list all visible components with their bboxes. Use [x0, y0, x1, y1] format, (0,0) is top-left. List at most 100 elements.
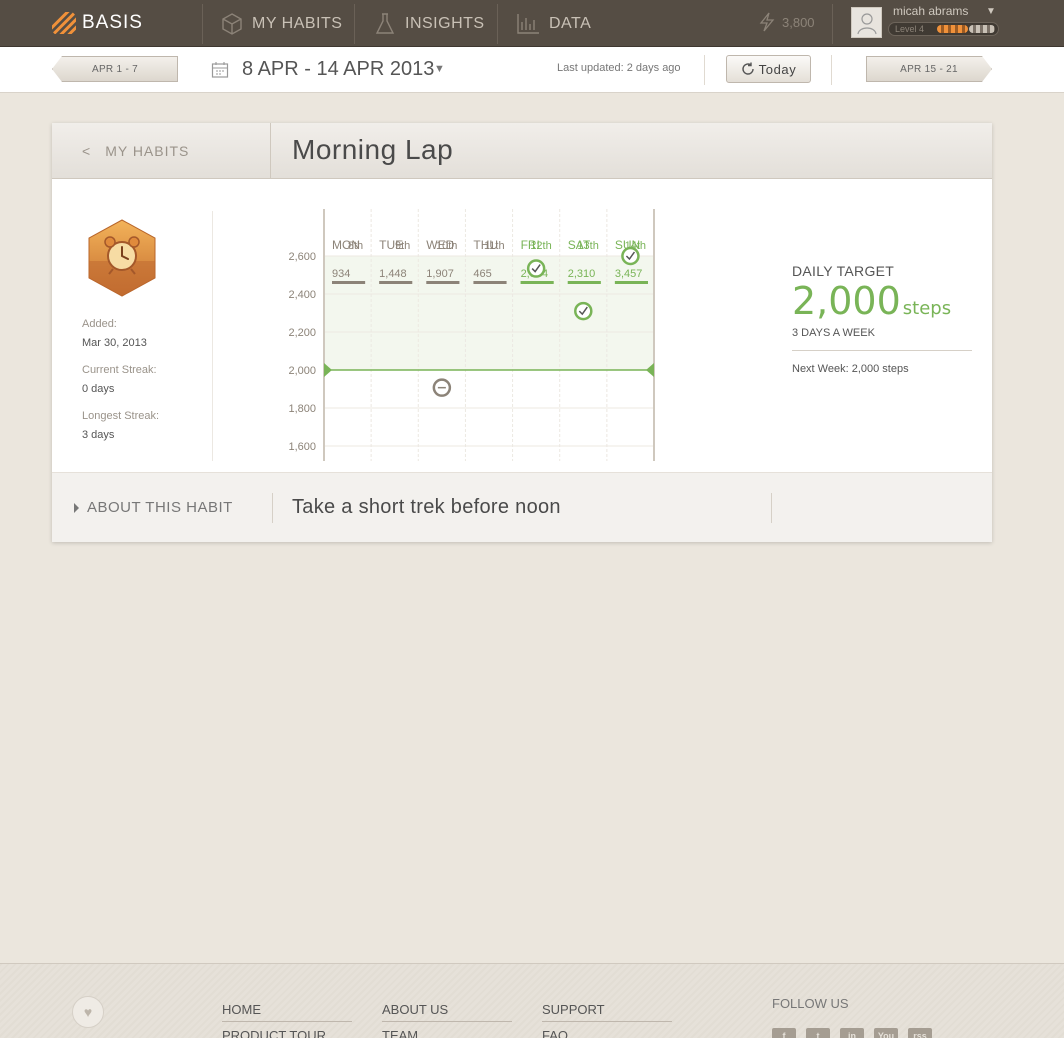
- chevron-down-icon[interactable]: ▼: [434, 63, 445, 75]
- current-streak-value: 0 days: [82, 383, 115, 395]
- nav-item-label: INSIGHTS: [405, 14, 485, 32]
- current-streak-label: Current Streak:: [82, 364, 157, 376]
- today-button[interactable]: Today: [726, 55, 811, 83]
- lightning-icon: [759, 12, 775, 32]
- youtube-icon[interactable]: You: [874, 1028, 898, 1038]
- value-underline: [379, 281, 413, 284]
- y-tick-label: 2,600: [288, 251, 316, 263]
- chevron-down-icon[interactable]: ▼: [986, 6, 996, 17]
- card-header: < MY HABITS Morning Lap: [52, 123, 992, 179]
- habit-title: Morning Lap: [292, 134, 454, 165]
- value-underline: [614, 281, 648, 284]
- avatar[interactable]: [851, 7, 882, 38]
- nav-item-insights[interactable]: INSIGHTS: [374, 0, 485, 47]
- divider: [272, 493, 273, 523]
- heart-logo-icon[interactable]: ♥: [72, 996, 104, 1028]
- prev-week-button[interactable]: APR 1 - 7: [52, 56, 178, 82]
- footer-link-about-us[interactable]: ABOUT US: [382, 1002, 512, 1022]
- value-label: 465: [473, 268, 491, 280]
- nav-item-label: DATA: [549, 14, 592, 32]
- nav-item-label: MY HABITS: [252, 14, 343, 32]
- check-marker: [621, 246, 640, 266]
- level-progress-remaining: [969, 25, 995, 33]
- top-nav: BASIS MY HABITS INSIGHTS DATA 3,800 mica…: [0, 0, 1064, 47]
- linkedin-icon[interactable]: in: [840, 1028, 864, 1038]
- longest-streak-info: Longest Streak: 3 days: [82, 410, 159, 441]
- basis-logo-icon: [52, 12, 76, 34]
- y-tick-label: 2,400: [288, 289, 316, 301]
- date-range-selector[interactable]: 8 APR - 14 APR 2013: [242, 58, 434, 81]
- value-underline: [473, 281, 507, 284]
- points-counter: 3,800: [758, 12, 815, 32]
- user-icon: [856, 12, 877, 34]
- about-habit-section: ABOUT THIS HABIT Take a short trek befor…: [52, 472, 992, 542]
- alarm-clock-badge-icon: [88, 219, 156, 297]
- user-name[interactable]: micah abrams: [893, 4, 968, 18]
- footer: ♥ HOME PRODUCT TOUR ABOUT US TEAM SUPPOR…: [0, 963, 1064, 1038]
- nav-divider: [202, 4, 203, 44]
- chevron-left-icon: <: [82, 143, 92, 159]
- footer-link-product-tour[interactable]: PRODUCT TOUR: [222, 1028, 352, 1038]
- divider: [831, 55, 832, 85]
- caret-right-icon: [74, 502, 79, 513]
- date-label: 12th: [530, 240, 551, 252]
- footer-link-faq[interactable]: FAQ: [542, 1028, 672, 1038]
- about-habit-toggle[interactable]: ABOUT THIS HABIT: [74, 499, 233, 516]
- rss-icon[interactable]: rss: [908, 1028, 932, 1038]
- refresh-icon: [741, 62, 754, 75]
- footer-column: HOME PRODUCT TOUR: [222, 1002, 352, 1038]
- value-label: 3,457: [615, 268, 643, 280]
- footer-link-support[interactable]: SUPPORT: [542, 1002, 672, 1022]
- next-week-target: Next Week: 2,000 steps: [792, 363, 909, 375]
- divider: [704, 55, 705, 85]
- value-underline: [520, 281, 554, 284]
- value-label: 1,907: [426, 268, 454, 280]
- follow-us-label: FOLLOW US: [772, 996, 849, 1011]
- target-frequency: 3 DAYS A WEEK: [792, 327, 875, 339]
- back-label: MY HABITS: [105, 143, 190, 159]
- target-unit: steps: [902, 298, 952, 319]
- nav-item-my-habits[interactable]: MY HABITS: [221, 0, 342, 47]
- y-tick-label: 2,000: [288, 365, 316, 377]
- value-underline: [567, 281, 601, 284]
- level-progress-fill: [937, 25, 968, 33]
- value-label: 934: [332, 268, 350, 280]
- about-habit-text: Take a short trek before noon: [292, 496, 561, 518]
- about-habit-label: ABOUT THIS HABIT: [87, 499, 233, 516]
- added-info: Added: Mar 30, 2013: [82, 318, 147, 349]
- twitter-icon[interactable]: t: [806, 1028, 830, 1038]
- y-tick-label: 2,200: [288, 327, 316, 339]
- check-marker: [526, 259, 546, 278]
- footer-link-team[interactable]: TEAM: [382, 1028, 512, 1038]
- points-value: 3,800: [782, 14, 815, 30]
- value-underline: [426, 281, 460, 284]
- date-label: 10th: [436, 240, 457, 252]
- next-week-button[interactable]: APR 15 - 21: [866, 56, 992, 82]
- footer-link-home[interactable]: HOME: [222, 1002, 352, 1022]
- date-label: 11th: [484, 240, 505, 252]
- value-label: 2,310: [568, 268, 596, 280]
- back-to-my-habits[interactable]: < MY HABITS: [52, 123, 271, 179]
- basis-logo[interactable]: BASIS: [52, 10, 143, 36]
- facebook-icon[interactable]: f: [772, 1028, 796, 1038]
- habit-card: < MY HABITS Morning Lap Added: Mar 30, 2…: [52, 123, 992, 542]
- date-label: 13th: [577, 240, 598, 252]
- y-tick-label: 1,800: [288, 403, 316, 415]
- y-tick-label: 1,600: [288, 441, 316, 453]
- footer-column: SUPPORT FAQ: [542, 1002, 672, 1038]
- divider: [792, 350, 972, 351]
- calendar-icon[interactable]: [211, 61, 229, 79]
- value-underline: [332, 281, 366, 284]
- value-label: 1,448: [379, 268, 407, 280]
- check-marker: [574, 301, 593, 321]
- footer-column: ABOUT US TEAM: [382, 1002, 512, 1038]
- target-number: 2,000: [792, 279, 901, 323]
- divider: [212, 211, 213, 461]
- nav-item-data[interactable]: DATA: [516, 0, 591, 47]
- date-label: 9th: [395, 240, 410, 252]
- steps-chart: 2,6002,4002,2002,0001,8001,6001,400MON8t…: [288, 209, 655, 461]
- daily-target-label: DAILY TARGET: [792, 263, 895, 279]
- level-label: Level 4: [895, 24, 925, 34]
- divider: [771, 493, 772, 523]
- nav-divider: [354, 4, 355, 44]
